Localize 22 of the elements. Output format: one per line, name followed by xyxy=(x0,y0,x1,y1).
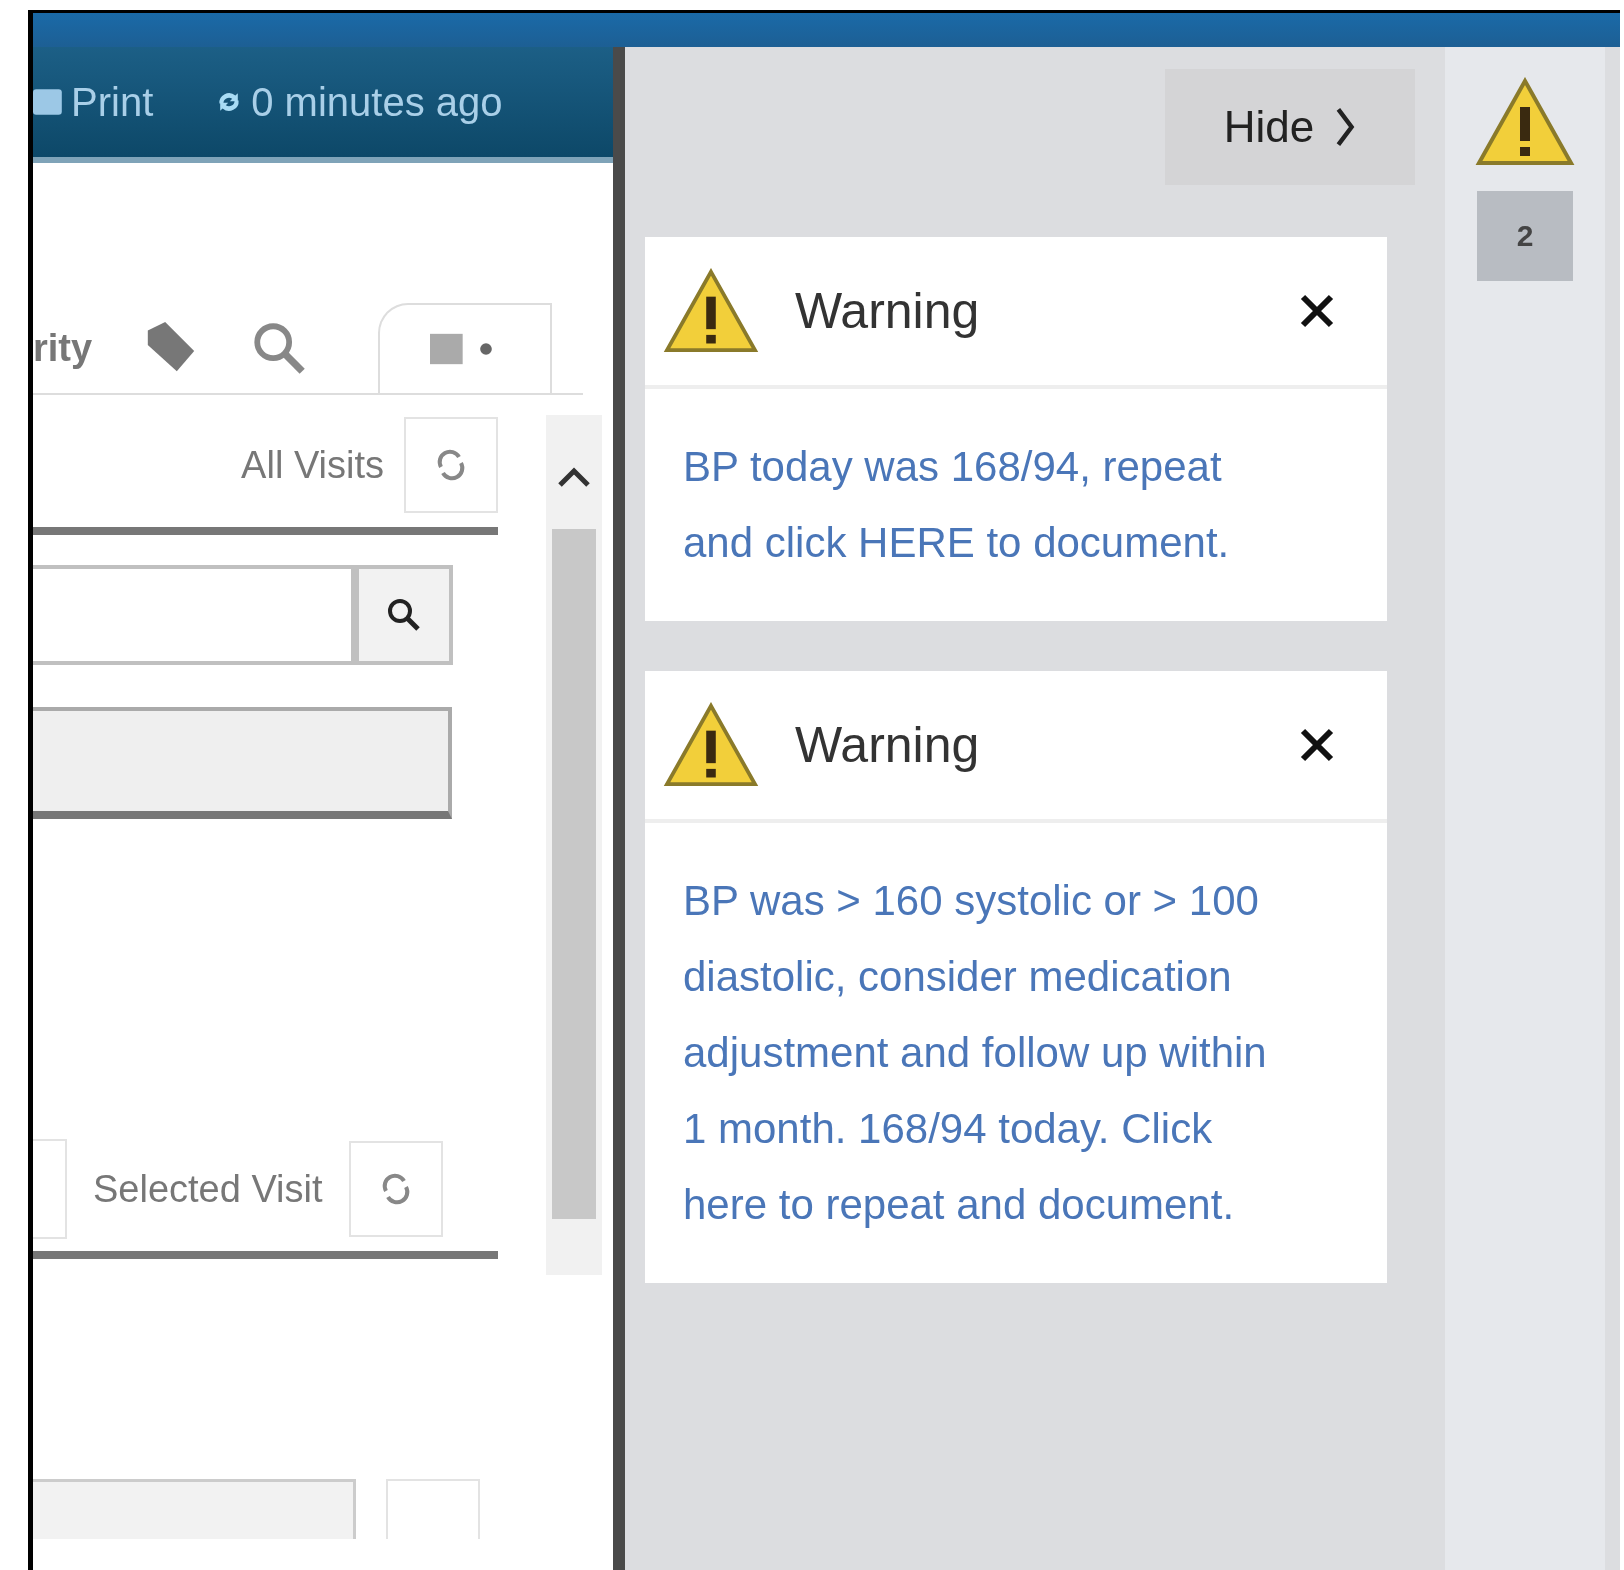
search-field[interactable] xyxy=(33,565,355,665)
refresh-button[interactable] xyxy=(348,1141,443,1237)
dropdown-field[interactable] xyxy=(33,1479,356,1539)
selected-visit-label: Selected Visit xyxy=(93,1167,323,1211)
alert-message[interactable]: BP was > 160 systolic or > 100 diastolic, consider medication adjustment and follow up within 1 month. 168/94 today. Click here to repeat and document. xyxy=(683,863,1293,1243)
alert-title: Warning xyxy=(795,282,981,340)
scrollbar[interactable] xyxy=(546,415,602,1275)
all-visits-label: All Visits xyxy=(241,443,384,487)
warning-icon xyxy=(663,702,759,788)
hide-button[interactable]: Hide xyxy=(1165,69,1415,185)
tab-label[interactable]: rity xyxy=(33,326,93,370)
warning-icon xyxy=(663,268,759,354)
alert-title: Warning xyxy=(795,716,981,774)
filter-bar[interactable] xyxy=(33,707,452,819)
alert-count-badge: 2 xyxy=(1477,191,1573,281)
search-button[interactable] xyxy=(355,565,453,665)
refresh-button[interactable]: 0 minutes ago xyxy=(213,79,503,125)
menu-tab[interactable] xyxy=(378,303,553,393)
warning-icon[interactable] xyxy=(1475,77,1575,167)
alert-message[interactable]: BP today was 168/94, repeat and click HERE to document. xyxy=(683,429,1293,581)
refresh-button[interactable] xyxy=(404,417,498,513)
print-button[interactable]: Print xyxy=(33,79,154,125)
